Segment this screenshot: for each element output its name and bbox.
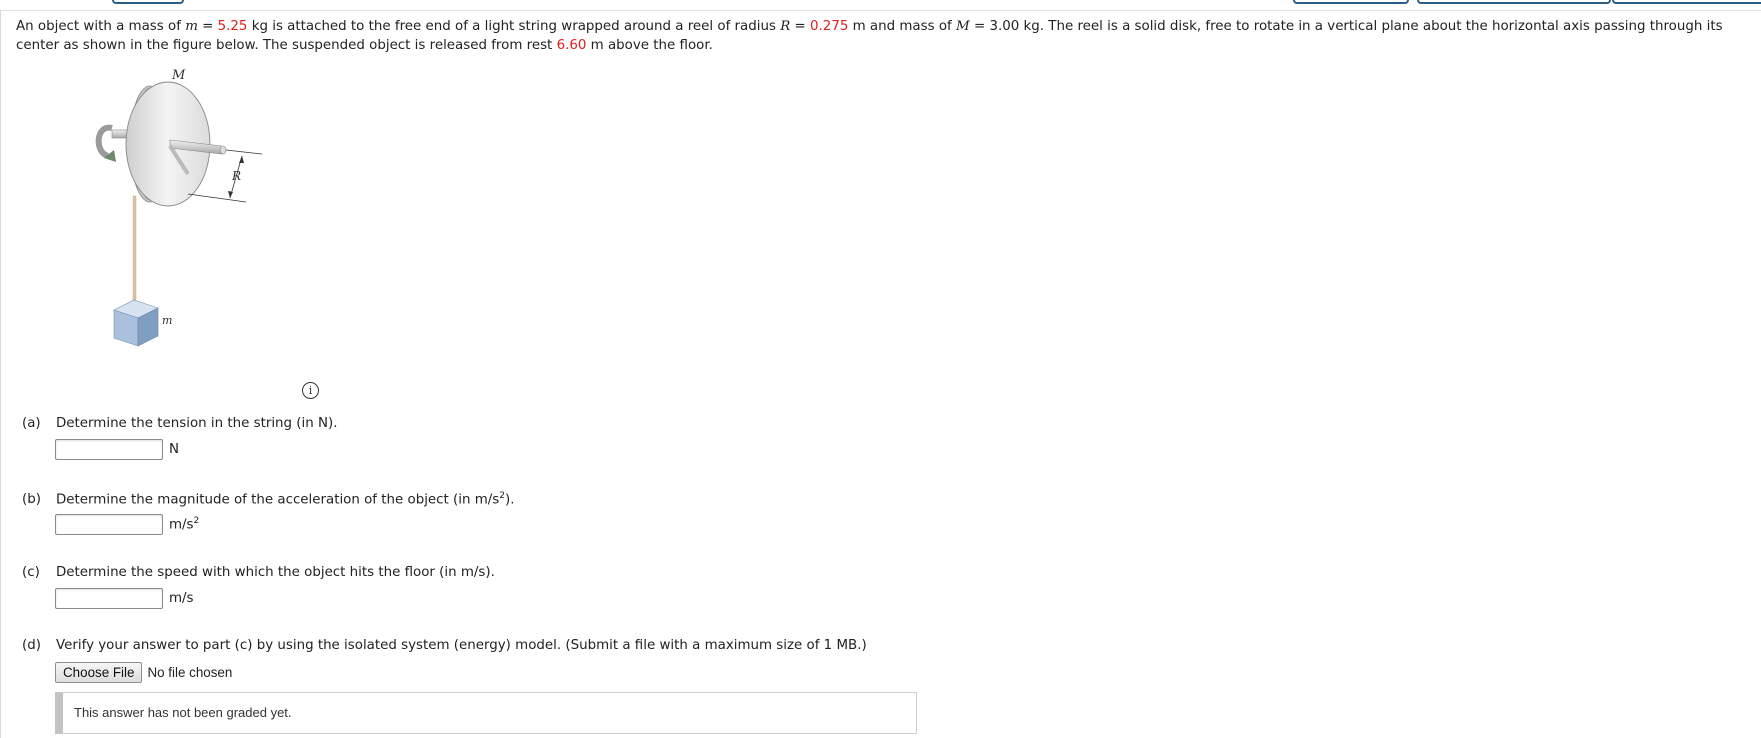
mass-value: 5.25	[217, 19, 248, 34]
label-R: R	[231, 169, 241, 183]
acceleration-input[interactable]	[55, 514, 163, 535]
part-a-prompt: (a) Determine the tension in the string (…	[22, 416, 338, 431]
rotation-arrow-icon	[95, 124, 113, 159]
file-upload: Choose File No file chosen	[55, 662, 232, 683]
left-border	[0, 10, 1, 738]
radius-value: 0.275	[810, 19, 849, 34]
reel-figure: M R m	[95, 68, 263, 347]
part-b-answer: m/s2	[55, 514, 199, 535]
part-a-answer: N	[55, 439, 179, 460]
choose-file-button[interactable]: Choose File	[55, 662, 143, 683]
grading-status-box: This answer has not been graded yet.	[55, 692, 917, 734]
tension-input[interactable]	[55, 439, 163, 460]
speed-unit: m/s	[169, 591, 194, 606]
part-b-prompt: (b) Determine the magnitude of the accele…	[22, 491, 515, 508]
speed-input[interactable]	[55, 588, 163, 609]
part-d-prompt: (d) Verify your answer to part (c) by usi…	[22, 638, 867, 653]
part-c-answer: m/s	[55, 588, 194, 609]
grading-status-text: This answer has not been graded yet.	[74, 705, 292, 720]
top-tab[interactable]	[112, 0, 184, 4]
height-value: 6.60	[556, 37, 587, 53]
part-c-prompt: (c) Determine the speed with which the ob…	[22, 565, 495, 580]
question-text: An object with a mass of m = 5.25 kg is …	[16, 19, 1723, 53]
top-tab[interactable]	[1293, 0, 1409, 4]
label-M: M	[171, 68, 186, 83]
info-icon[interactable]: i	[302, 382, 319, 399]
top-tab[interactable]	[1612, 0, 1761, 4]
label-m: m	[162, 314, 172, 327]
string	[132, 195, 137, 305]
tension-unit: N	[169, 442, 180, 457]
top-divider	[0, 10, 1761, 11]
top-tab[interactable]	[1417, 0, 1611, 4]
acceleration-unit: m/s2	[169, 516, 200, 533]
file-status: No file chosen	[147, 665, 233, 680]
